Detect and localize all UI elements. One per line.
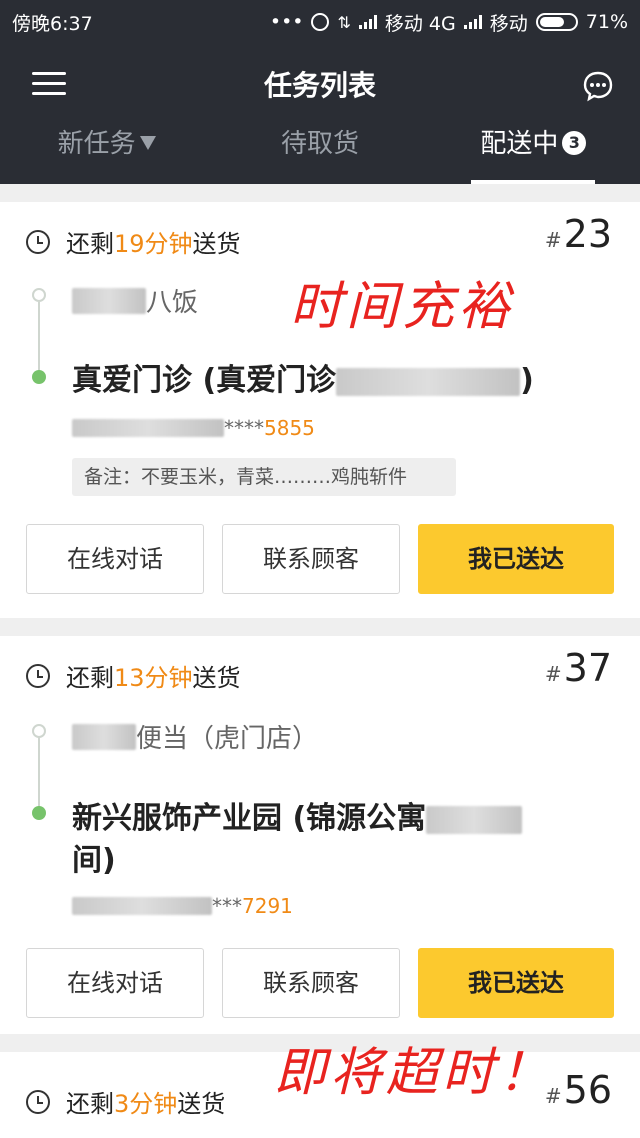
battery-icon: [535, 13, 578, 31]
status-bar: 傍晚6:37 ••• ⇅ 移动 4G 移动 71%: [0, 0, 640, 44]
customer-phone[interactable]: **** 5855: [72, 416, 315, 440]
clock-icon: [26, 229, 50, 254]
tab-awaiting-pickup[interactable]: 待取货: [213, 124, 426, 184]
online-chat-button[interactable]: 在线对话: [26, 948, 204, 1018]
app-header: 任务列表 新任务 待取货 配送中 3: [0, 44, 640, 184]
clock-icon: [26, 1089, 50, 1114]
clock-icon: [26, 663, 50, 688]
battery-percent: 71%: [585, 11, 628, 33]
annotation-timeout: 即将超时！: [274, 1043, 555, 1103]
dropoff-dot: [32, 806, 46, 820]
signal-icon-2: [463, 15, 482, 29]
pickup-dot: [32, 288, 46, 302]
time-remaining: 还剩 13分钟 送货: [26, 658, 241, 693]
page-title: 任务列表: [263, 69, 376, 102]
pickup-dot: [32, 724, 46, 738]
order-note: 备注：不要玉米，青菜………鸡肫斩件: [72, 458, 456, 496]
order-card: 还剩 13分钟 送货 #37 便当（虎门店） 新兴服饰产业园 (锦源公寓 间) **…: [0, 636, 640, 1034]
tab-delivering[interactable]: 配送中 3: [427, 124, 640, 184]
order-card: 还剩 19分钟 送货 #23 八饭 真爱门诊 (真爱门诊) **** 5855 备注：…: [0, 202, 640, 618]
route-line: [38, 736, 40, 812]
status-time: 傍晚6:37: [12, 12, 93, 35]
data-transfer-icon: ⇅: [337, 12, 351, 32]
destination-address: 新兴服饰产业园 (锦源公寓 间): [72, 798, 612, 882]
carrier-2: 移动: [489, 12, 528, 35]
time-remaining: 还剩 3分钟 送货: [26, 1084, 225, 1119]
order-number: #23: [544, 212, 612, 256]
shop-name: 便当（虎门店）: [72, 718, 318, 755]
order-number: #56: [544, 1068, 612, 1112]
status-more-icon: •••: [269, 11, 304, 33]
contact-customer-button[interactable]: 联系顾客: [222, 948, 400, 1018]
customer-phone[interactable]: *** 7291: [72, 894, 293, 918]
count-badge: 3: [562, 130, 587, 155]
shop-name: 八饭: [72, 282, 198, 319]
annotation-ample-time: 时间充裕: [290, 277, 515, 337]
hotspot-icon: [311, 13, 330, 31]
carrier-1: 移动 4G: [384, 12, 456, 35]
tab-bar: 新任务 待取货 配送中 3: [0, 124, 640, 184]
filter-icon[interactable]: [139, 135, 156, 150]
signal-icon: [358, 15, 377, 29]
time-remaining: 还剩 19分钟 送货: [26, 224, 241, 259]
online-chat-button[interactable]: 在线对话: [26, 524, 204, 594]
tab-new-tasks[interactable]: 新任务: [0, 124, 213, 184]
contact-customer-button[interactable]: 联系顾客: [222, 524, 400, 594]
route-line: [38, 302, 40, 380]
dropoff-dot: [32, 370, 46, 384]
order-number: #37: [544, 646, 612, 690]
delivered-button[interactable]: 我已送达: [418, 948, 614, 1018]
delivered-button[interactable]: 我已送达: [418, 524, 614, 594]
chat-icon[interactable]: [582, 70, 614, 102]
destination-address: 真爱门诊 (真爱门诊): [72, 363, 534, 398]
